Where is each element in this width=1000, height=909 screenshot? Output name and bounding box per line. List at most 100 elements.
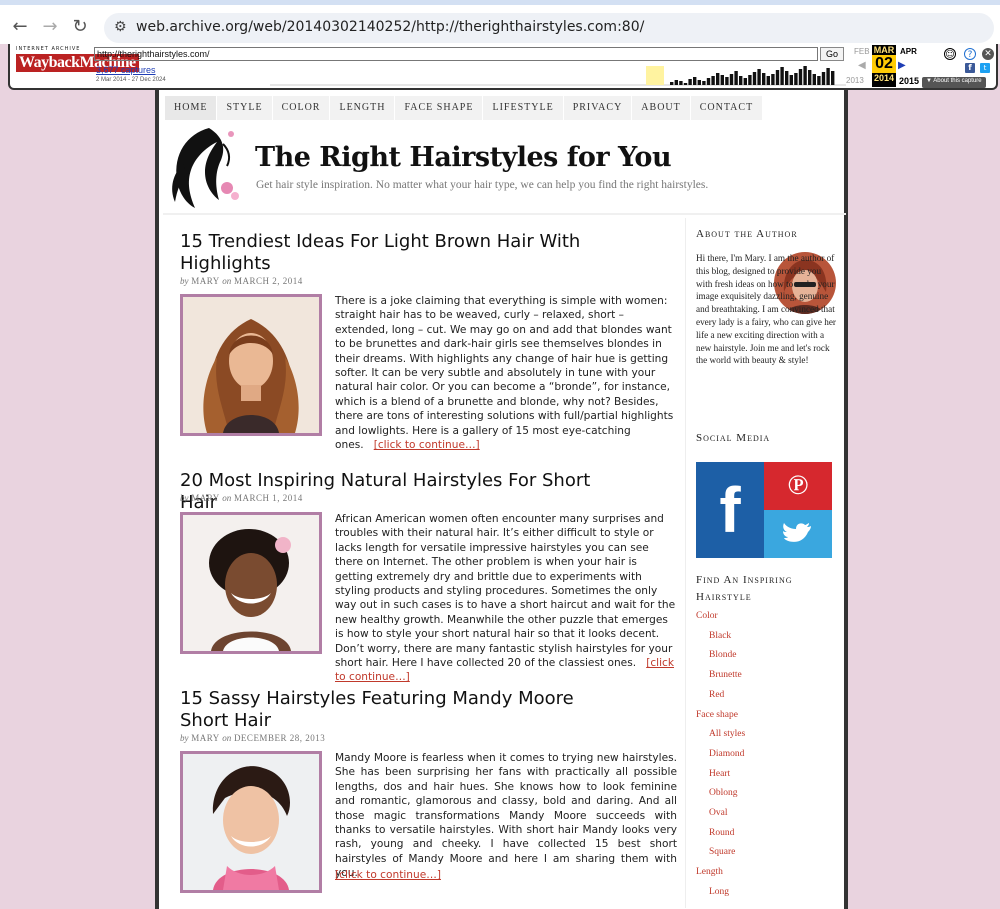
category-link[interactable]: Blonde: [709, 650, 736, 660]
twitter-icon[interactable]: [764, 510, 832, 558]
menu-length[interactable]: LENGTH: [330, 96, 396, 120]
arrow-left-icon[interactable]: ←: [8, 15, 32, 39]
post-title[interactable]: 20 Most Inspiring Natural Hairstyles For…: [180, 470, 620, 514]
continue-link[interactable]: [click to continue…]: [374, 439, 480, 451]
capture-bar: [739, 76, 743, 85]
category-link[interactable]: Diamond: [709, 749, 744, 759]
menu-lifestyle[interactable]: LIFESTYLE: [483, 96, 564, 120]
about-capture-button[interactable]: ▼ About this capture: [922, 77, 986, 88]
category-link[interactable]: Black: [709, 631, 731, 641]
post-date: DECEMBER 28, 2013: [233, 733, 326, 743]
capture-bar: [752, 72, 757, 85]
capture-bar: [826, 68, 830, 85]
capture-bar: [766, 76, 770, 85]
category-link[interactable]: Square: [709, 847, 735, 857]
address-bar[interactable]: ⚙ web.archive.org/web/20140302140252/htt…: [104, 13, 994, 43]
wayback-logo[interactable]: INTERNET ARCHIVE WaybackMachine: [16, 46, 139, 84]
current-capture-date: MAR 02 2014: [872, 45, 896, 87]
post-thumbnail[interactable]: [180, 294, 322, 436]
site-page: HOME STYLE COLOR LENGTH FACE SHAPE LIFES…: [155, 90, 848, 909]
post-meta: by MARY on DECEMBER 28, 2013: [180, 733, 326, 743]
capture-bar: [679, 81, 683, 85]
facebook-share-icon[interactable]: f: [965, 63, 975, 73]
capture-bar: [775, 70, 780, 85]
next-month[interactable]: APR: [900, 47, 917, 56]
menu-contact[interactable]: CONTACT: [690, 96, 764, 120]
category-link[interactable]: Long: [709, 887, 729, 897]
next-year[interactable]: 2015: [899, 76, 919, 86]
menu-style[interactable]: STYLE: [217, 96, 273, 120]
capture-bar: [720, 75, 724, 85]
prev-capture-icon[interactable]: ◀: [858, 60, 866, 71]
menu-privacy[interactable]: PRIVACY: [563, 96, 633, 120]
browser-toolbar: ← → ↻ ⚙ web.archive.org/web/201403021402…: [0, 0, 1000, 44]
capture-bar: [743, 78, 747, 85]
social-media-block: f ℗: [696, 462, 832, 558]
reload-icon[interactable]: ↻: [68, 15, 92, 39]
capture-bar: [817, 76, 821, 85]
post-title[interactable]: 15 Sassy Hairstyles Featuring Mandy Moor…: [180, 688, 620, 732]
category-link[interactable]: Oval: [709, 808, 727, 818]
post-excerpt: Mandy Moore is fearless when it comes to…: [335, 752, 677, 880]
capture-sparkline[interactable]: [270, 64, 846, 86]
post-thumbnail[interactable]: [180, 751, 322, 893]
captures-link[interactable]: 3,677 captures: [96, 65, 156, 75]
wayback-url-input[interactable]: http://therighthairstyles.com/: [94, 47, 818, 61]
capture-bar: [734, 71, 738, 85]
capture-bar: [683, 83, 688, 85]
post-author[interactable]: MARY: [191, 276, 219, 286]
capture-bar: [789, 75, 793, 85]
capture-bar: [808, 70, 812, 85]
find-hairstyle-heading: Find An Inspiring Hairstyle: [696, 574, 793, 603]
category-heading-link[interactable]: Face shape: [696, 710, 738, 720]
capture-bar: [670, 82, 674, 85]
main-menu: HOME STYLE COLOR LENGTH FACE SHAPE LIFES…: [165, 96, 764, 120]
help-icon[interactable]: ?: [964, 48, 976, 60]
wayback-go-button[interactable]: Go: [820, 47, 844, 61]
continue-link[interactable]: [click to continue…]: [335, 869, 441, 881]
capture-bar: [780, 67, 784, 85]
capture-bar: [693, 77, 697, 85]
post-excerpt: African American women often encounter m…: [335, 513, 676, 684]
capture-bar: [762, 73, 766, 85]
capture-bar: [716, 73, 720, 85]
woman-portrait-image: [183, 754, 319, 890]
capture-bar: [706, 78, 711, 85]
capture-bar: [725, 77, 729, 85]
twitter-share-icon[interactable]: t: [980, 63, 990, 73]
category-link[interactable]: Round: [709, 828, 734, 838]
menu-home[interactable]: HOME: [165, 96, 218, 120]
wayback-toolbar: INTERNET ARCHIVE WaybackMachine http://t…: [8, 44, 998, 90]
prev-month[interactable]: FEB: [854, 47, 870, 56]
category-link[interactable]: Heart: [709, 769, 730, 779]
close-icon[interactable]: ✕: [982, 48, 994, 60]
post-thumbnail[interactable]: [180, 512, 322, 654]
post-title[interactable]: 15 Trendiest Ideas For Light Brown Hair …: [180, 231, 620, 275]
category-link[interactable]: Brunette: [709, 670, 742, 680]
site-title[interactable]: The Right Hairstyles for You: [255, 142, 672, 173]
facebook-icon[interactable]: f: [696, 462, 764, 558]
capture-bar: [785, 71, 789, 85]
post-author[interactable]: MARY: [191, 733, 219, 743]
prev-year[interactable]: 2013: [846, 76, 864, 85]
post-author[interactable]: MARY: [191, 493, 219, 503]
user-icon[interactable]: ☺: [944, 48, 956, 60]
capture-bar: [771, 74, 775, 85]
category-link[interactable]: Oblong: [709, 788, 738, 798]
category-link[interactable]: Red: [709, 690, 724, 700]
site-settings-icon[interactable]: ⚙: [114, 19, 127, 35]
post-continue: [click to continue…]: [335, 868, 677, 882]
site-logo-illustration[interactable]: [165, 124, 245, 210]
arrow-right-icon[interactable]: →: [38, 15, 62, 39]
menu-face-shape[interactable]: FACE SHAPE: [395, 96, 484, 120]
next-capture-icon[interactable]: ▶: [898, 60, 906, 71]
post-date: MARCH 2, 2014: [233, 276, 303, 286]
category-link[interactable]: All styles: [709, 729, 745, 739]
pinterest-icon[interactable]: ℗: [764, 462, 832, 510]
menu-about[interactable]: ABOUT: [632, 96, 691, 120]
category-heading-link[interactable]: Length: [696, 867, 723, 877]
social-media-heading: Social Media: [696, 432, 771, 444]
capture-bar: [729, 74, 734, 85]
menu-color[interactable]: COLOR: [272, 96, 331, 120]
category-heading-link[interactable]: Color: [696, 611, 718, 621]
